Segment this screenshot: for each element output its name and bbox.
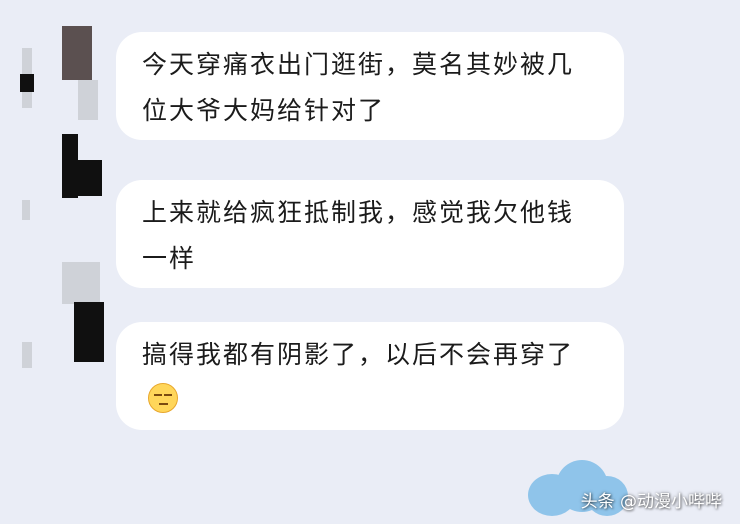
avatar[interactable] <box>18 130 102 240</box>
message-bubble: 上来就给疯狂抵制我，感觉我欠他钱一样 <box>116 180 624 288</box>
watermark-text: 头条 @动漫小哔哔 <box>580 492 722 512</box>
message-text: 上来就给疯狂抵制我，感觉我欠他钱一样 <box>142 198 575 273</box>
message-bubble: 今天穿痛衣出门逛街，莫名其妙被几位大爷大妈给针对了 <box>116 32 624 140</box>
avatar[interactable] <box>18 262 104 372</box>
message-bubble: 搞得我都有阴影了，以后不会再穿了 <box>116 322 624 430</box>
message-text: 今天穿痛衣出门逛街，莫名其妙被几位大爷大妈给针对了 <box>142 50 575 125</box>
message-text: 搞得我都有阴影了，以后不会再穿了 <box>142 340 575 369</box>
avatar[interactable] <box>18 18 98 128</box>
unamused-face-icon <box>148 383 178 413</box>
